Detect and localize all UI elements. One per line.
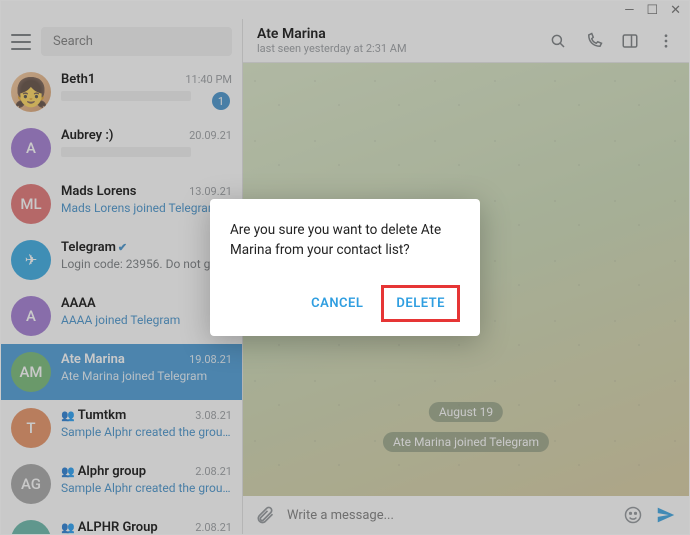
delete-highlight: DELETE bbox=[381, 285, 460, 322]
cancel-button[interactable]: CANCEL bbox=[299, 285, 375, 322]
modal-overlay[interactable]: Are you sure you want to delete Ate Mari… bbox=[1, 1, 689, 534]
confirm-dialog: Are you sure you want to delete Ate Mari… bbox=[210, 199, 480, 335]
delete-button[interactable]: DELETE bbox=[384, 288, 457, 319]
dialog-message: Are you sure you want to delete Ate Mari… bbox=[230, 221, 460, 260]
maximize-button[interactable]: ☐ bbox=[646, 3, 658, 18]
window-controls: — ☐ ✕ bbox=[624, 3, 681, 18]
close-button[interactable]: ✕ bbox=[670, 3, 681, 18]
minimize-button[interactable]: — bbox=[624, 3, 634, 18]
